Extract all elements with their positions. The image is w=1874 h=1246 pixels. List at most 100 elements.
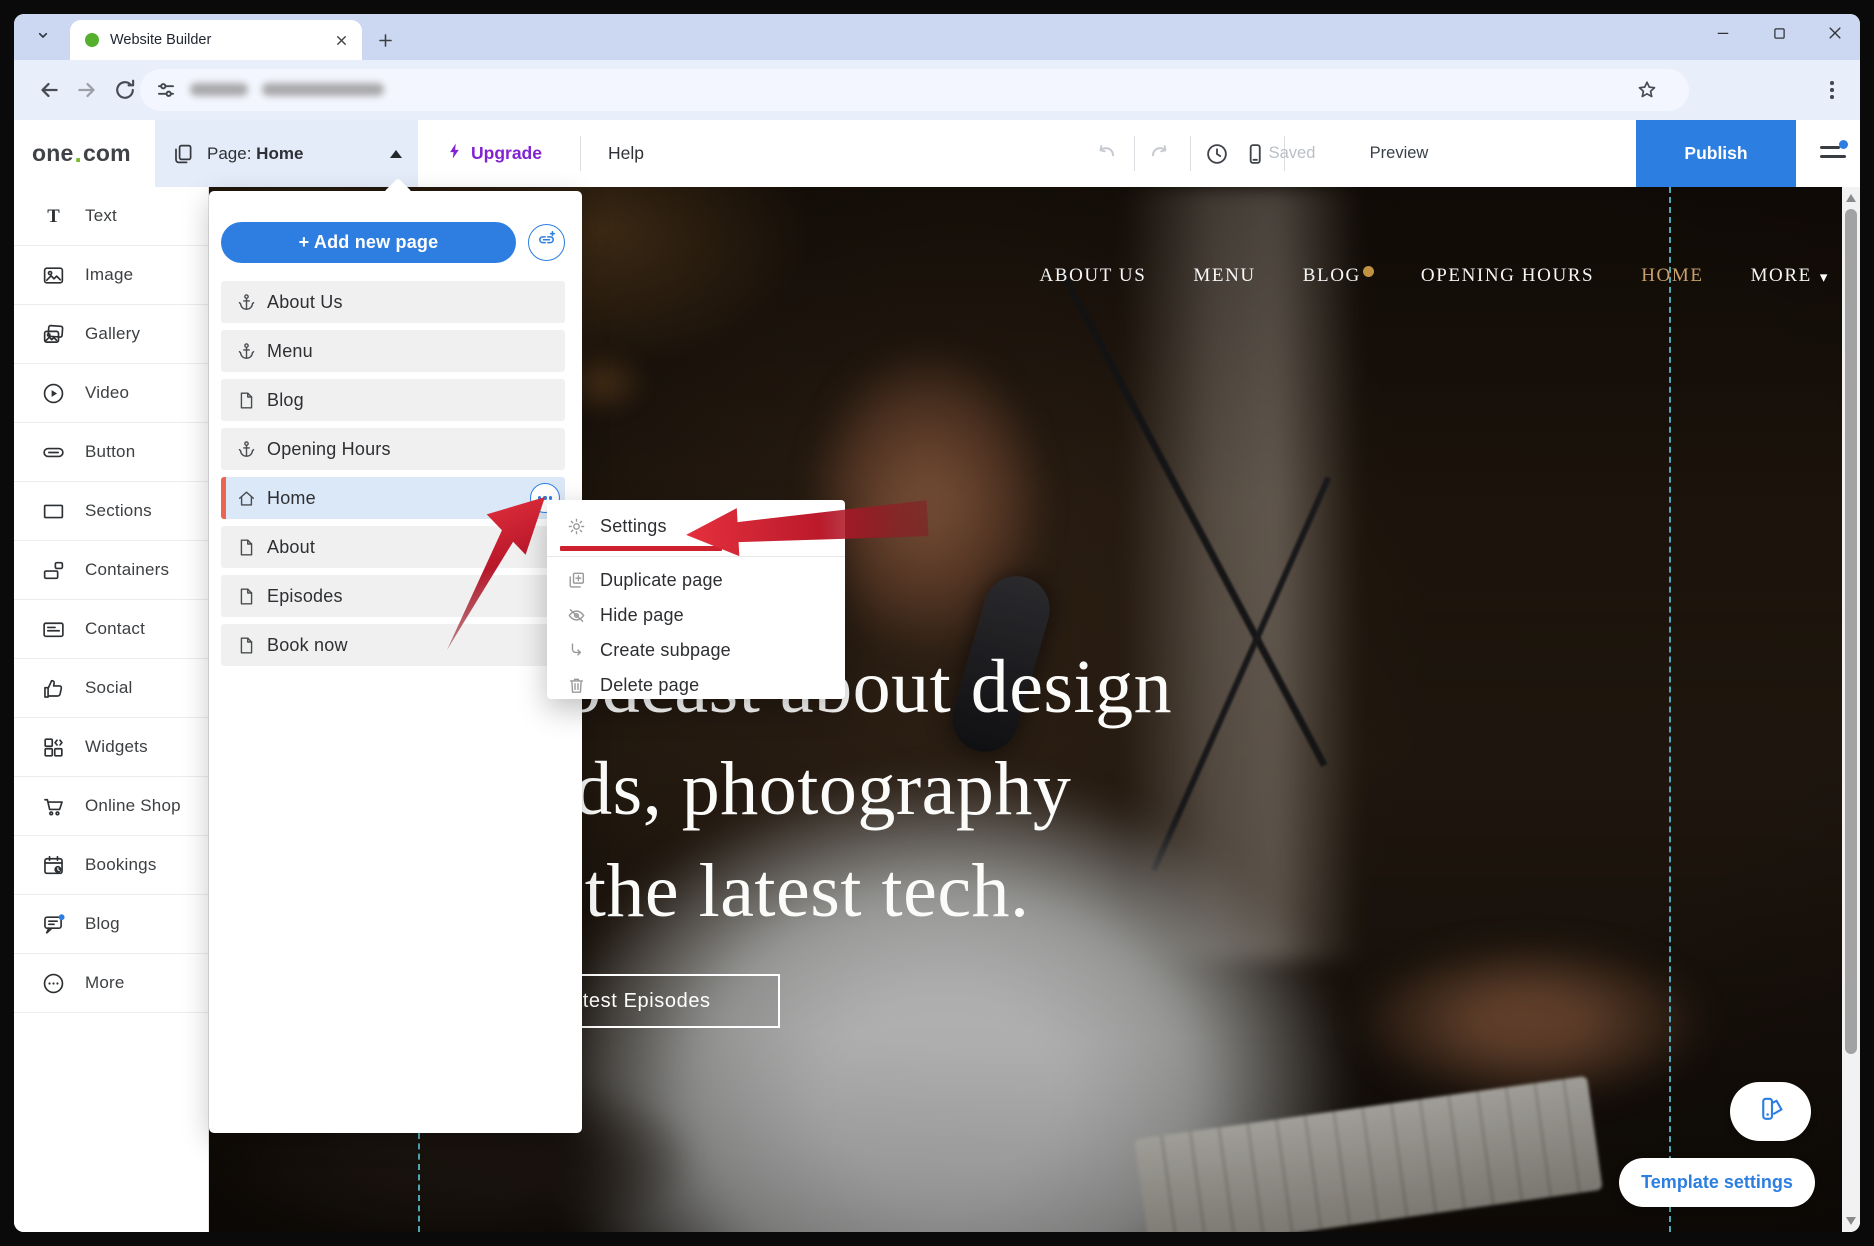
sidebar-item-video[interactable]: Video bbox=[14, 364, 208, 423]
nav-link-menu[interactable]: MENU bbox=[1193, 265, 1255, 287]
anchor-icon bbox=[236, 341, 257, 362]
active-page-indicator bbox=[221, 477, 226, 519]
containers-icon bbox=[41, 558, 66, 583]
toolbar-divider bbox=[1190, 136, 1191, 171]
browser-window: Website Builder one. bbox=[14, 14, 1860, 1232]
page-row-episodes[interactable]: Episodes bbox=[221, 575, 565, 617]
undo-icon[interactable] bbox=[1092, 141, 1118, 167]
layout-guide-line bbox=[1669, 187, 1671, 1232]
sidebar-item-contact[interactable]: Contact bbox=[14, 600, 208, 659]
anchor-icon bbox=[236, 439, 257, 460]
text-icon: T bbox=[41, 204, 66, 229]
menu-item-duplicate-page[interactable]: Duplicate page bbox=[547, 563, 845, 598]
sidebar-item-button[interactable]: Button bbox=[14, 423, 208, 482]
sidebar-item-blog[interactable]: Blog bbox=[14, 895, 208, 954]
page-scrollbar[interactable] bbox=[1842, 187, 1860, 1232]
button-icon bbox=[41, 440, 66, 465]
sidebar-item-online-shop[interactable]: Online Shop bbox=[14, 777, 208, 836]
sidebar-item-social[interactable]: Social bbox=[14, 659, 208, 718]
toolbar-menu-icon[interactable] bbox=[1820, 144, 1846, 164]
menu-item-settings[interactable]: Settings bbox=[547, 509, 845, 544]
tab-close-icon[interactable] bbox=[332, 31, 350, 49]
help-button[interactable]: Help bbox=[608, 120, 644, 187]
address-bar[interactable] bbox=[140, 69, 1689, 111]
page-row-blog[interactable]: Blog bbox=[221, 379, 565, 421]
menu-item-create-subpage[interactable]: Create subpage bbox=[547, 633, 845, 668]
pages-panel: + Add new page About Us Menu Blog Opening H… bbox=[209, 191, 582, 1133]
nav-link-more[interactable]: MORE▾ bbox=[1751, 265, 1829, 287]
preview-button[interactable]: Preview bbox=[1364, 120, 1434, 187]
notification-dot bbox=[1839, 140, 1848, 149]
sidebar-item-text[interactable]: TText bbox=[14, 187, 208, 246]
layout-guide-line bbox=[418, 1133, 420, 1232]
site-settings-icon[interactable] bbox=[153, 77, 179, 103]
duplicate-icon bbox=[566, 570, 587, 591]
site-nav: ABOUT US MENU BLOG OPENING HOURS HOME MORE▾ bbox=[909, 265, 1829, 287]
window-controls bbox=[1712, 22, 1846, 44]
sidebar-item-containers[interactable]: Containers bbox=[14, 541, 208, 600]
style-palette-button[interactable] bbox=[1730, 1082, 1811, 1141]
nav-link-about-us[interactable]: ABOUT US bbox=[1039, 265, 1146, 287]
blog-icon bbox=[41, 912, 66, 937]
page-row-menu[interactable]: Menu bbox=[221, 330, 565, 372]
add-new-page-button[interactable]: + Add new page bbox=[221, 222, 516, 263]
home-icon bbox=[236, 488, 257, 509]
sidebar-item-image[interactable]: Image bbox=[14, 246, 208, 305]
minimize-button[interactable] bbox=[1712, 22, 1734, 44]
close-window-button[interactable] bbox=[1824, 22, 1846, 44]
new-tab-button[interactable] bbox=[372, 27, 398, 53]
page-selector-dropdown[interactable]: Page: Home bbox=[155, 120, 418, 187]
toolbar-divider bbox=[1134, 136, 1135, 171]
page-row-about-us[interactable]: About Us bbox=[221, 281, 565, 323]
gear-icon bbox=[566, 516, 587, 537]
upgrade-button[interactable]: Upgrade bbox=[446, 120, 542, 187]
browser-tab[interactable]: Website Builder bbox=[70, 20, 362, 60]
page-row-home[interactable]: Home bbox=[221, 477, 565, 519]
save-status: Saved bbox=[1262, 120, 1322, 187]
browser-menu-icon[interactable] bbox=[1820, 77, 1844, 103]
nav-link-opening-hours[interactable]: OPENING HOURS bbox=[1421, 265, 1594, 287]
link-plus-icon bbox=[535, 229, 558, 257]
chevron-down-icon bbox=[35, 27, 51, 48]
forward-button[interactable] bbox=[74, 77, 100, 103]
svg-text:T: T bbox=[47, 206, 60, 227]
scroll-down-arrow[interactable] bbox=[1846, 1217, 1856, 1225]
nav-link-blog[interactable]: BLOG bbox=[1303, 265, 1374, 287]
add-link-button[interactable] bbox=[528, 224, 565, 261]
page-icon bbox=[236, 390, 257, 411]
tab-search-button[interactable] bbox=[28, 23, 58, 51]
sidebar-item-widgets[interactable]: Widgets bbox=[14, 718, 208, 777]
more-icon bbox=[41, 971, 66, 996]
bookmark-star-icon[interactable] bbox=[1635, 78, 1659, 102]
sidebar-item-more[interactable]: More bbox=[14, 954, 208, 1013]
tab-title: Website Builder bbox=[110, 32, 332, 48]
scrollbar-thumb[interactable] bbox=[1845, 209, 1857, 1054]
online-shop-icon bbox=[41, 794, 66, 819]
onecom-logo: one.com bbox=[32, 120, 131, 187]
publish-button[interactable]: Publish bbox=[1636, 120, 1796, 187]
browser-tab-strip: Website Builder bbox=[14, 14, 1860, 60]
browser-navbar bbox=[14, 60, 1860, 120]
redo-icon[interactable] bbox=[1148, 141, 1174, 167]
sidebar-item-gallery[interactable]: Gallery bbox=[14, 305, 208, 364]
maximize-button[interactable] bbox=[1768, 22, 1790, 44]
scroll-up-arrow[interactable] bbox=[1846, 194, 1856, 202]
history-icon[interactable] bbox=[1204, 141, 1230, 167]
notification-dot bbox=[1363, 266, 1374, 277]
page-icon bbox=[236, 537, 257, 558]
sidebar-item-bookings[interactable]: Bookings bbox=[14, 836, 208, 895]
pages-list: About Us Menu Blog Opening Hours Home About Ep… bbox=[221, 281, 565, 673]
nav-link-home[interactable]: HOME bbox=[1641, 265, 1703, 287]
menu-item-hide-page[interactable]: Hide page bbox=[547, 598, 845, 633]
page-row-book-now[interactable]: Book now bbox=[221, 624, 565, 666]
page-row-about[interactable]: About bbox=[221, 526, 565, 568]
menu-item-delete-page[interactable]: Delete page bbox=[547, 668, 845, 703]
reload-button[interactable] bbox=[112, 77, 138, 103]
subpage-icon bbox=[566, 640, 587, 661]
template-settings-button[interactable]: Template settings bbox=[1619, 1158, 1815, 1207]
image-icon bbox=[41, 263, 66, 288]
sidebar-item-sections[interactable]: Sections bbox=[14, 482, 208, 541]
page-row-opening-hours[interactable]: Opening Hours bbox=[221, 428, 565, 470]
blurred-url-segment bbox=[190, 83, 248, 96]
back-button[interactable] bbox=[36, 77, 62, 103]
